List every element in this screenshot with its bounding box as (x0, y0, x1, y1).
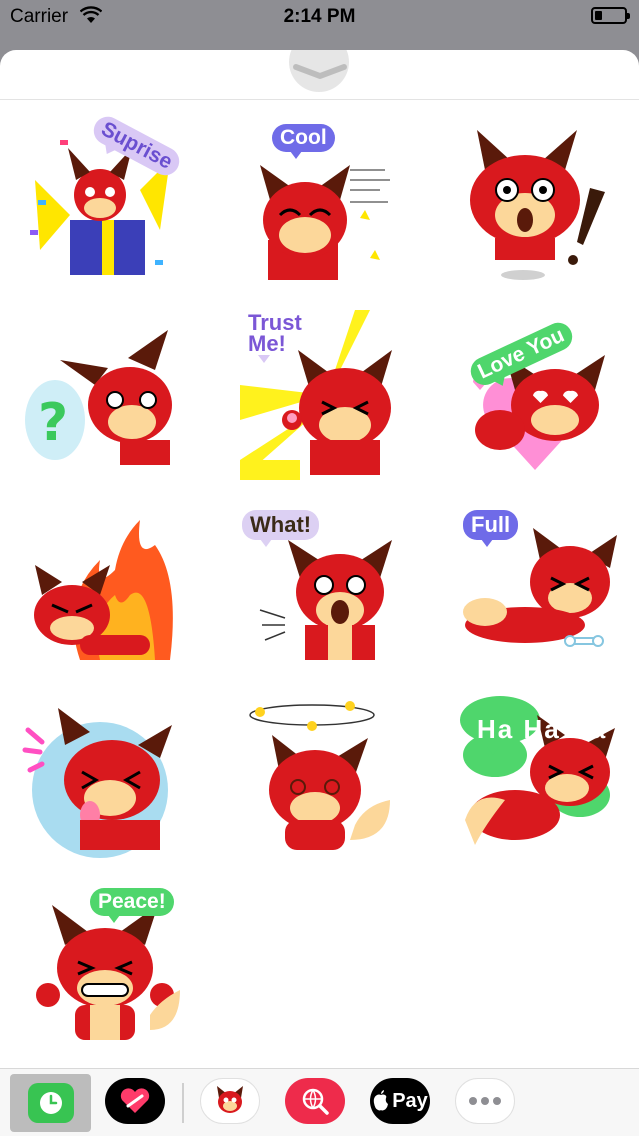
collapse-grabber[interactable] (0, 62, 639, 86)
more-apps-button[interactable] (455, 1078, 515, 1124)
battery-icon (591, 7, 630, 24)
svg-text:?: ? (38, 393, 68, 453)
sticker-ha-ha-ha[interactable]: Ha Ha Ha (455, 690, 625, 860)
sticker-caption: Peace! (90, 888, 174, 923)
sticker-angry[interactable] (20, 500, 190, 670)
sticker-art (249, 701, 390, 850)
sticker-full[interactable]: Full (455, 500, 625, 670)
sticker-sheet: Suprise Cool ? Trust Me! Love You What! … (0, 50, 639, 1136)
sticker-peace[interactable]: Peace! (20, 880, 190, 1050)
globe-search-icon (302, 1088, 329, 1115)
sticker-art (22, 708, 172, 858)
sticker-dizzy[interactable] (240, 690, 410, 860)
sticker-what[interactable]: What! (240, 500, 410, 670)
heart-icon (120, 1088, 150, 1113)
app-drawer: Pay (0, 1068, 639, 1136)
sticker-tongue[interactable] (20, 690, 190, 860)
apple-icon (374, 1090, 389, 1111)
sticker-shocked[interactable] (455, 120, 625, 290)
sticker-grid: Suprise Cool ? Trust Me! Love You What! … (0, 105, 639, 1055)
sticker-trust-me[interactable]: Trust Me! (240, 310, 410, 480)
fox-stickers-app-button[interactable] (200, 1078, 260, 1124)
sticker-caption: What! (242, 510, 320, 547)
status-bar: Carrier 2:14 PM (0, 0, 639, 34)
sticker-art: ? (25, 330, 174, 470)
apple-pay-label: Pay (392, 1089, 428, 1112)
recents-app-icon (27, 1083, 74, 1123)
sticker-caption: Trust Me! (240, 310, 310, 363)
sticker-caption: Full (463, 510, 519, 547)
sticker-art (34, 520, 173, 660)
sticker-caption: Cool (272, 124, 335, 159)
sticker-caption: Ha Ha Ha (469, 710, 619, 755)
drawer-divider (182, 1083, 184, 1123)
ellipsis-icon (469, 1097, 501, 1105)
clock-icon (39, 1092, 62, 1114)
apple-pay-app-button[interactable]: Pay (370, 1078, 430, 1124)
clock-time: 2:14 PM (283, 6, 356, 27)
recents-app-button[interactable] (10, 1074, 91, 1132)
sheet-divider (0, 99, 639, 100)
images-search-app-button[interactable] (285, 1078, 345, 1124)
fox-icon (217, 1086, 243, 1113)
sticker-surprise[interactable]: Suprise (20, 111, 190, 290)
battery-level (595, 11, 602, 20)
digital-touch-app-button[interactable] (105, 1078, 165, 1124)
sticker-love-you[interactable]: Love You (455, 310, 625, 480)
sticker-art (470, 130, 605, 280)
sticker-question[interactable]: ? (20, 310, 190, 480)
chevron-down-icon[interactable] (292, 62, 348, 82)
sticker-cool[interactable]: Cool (240, 120, 410, 290)
